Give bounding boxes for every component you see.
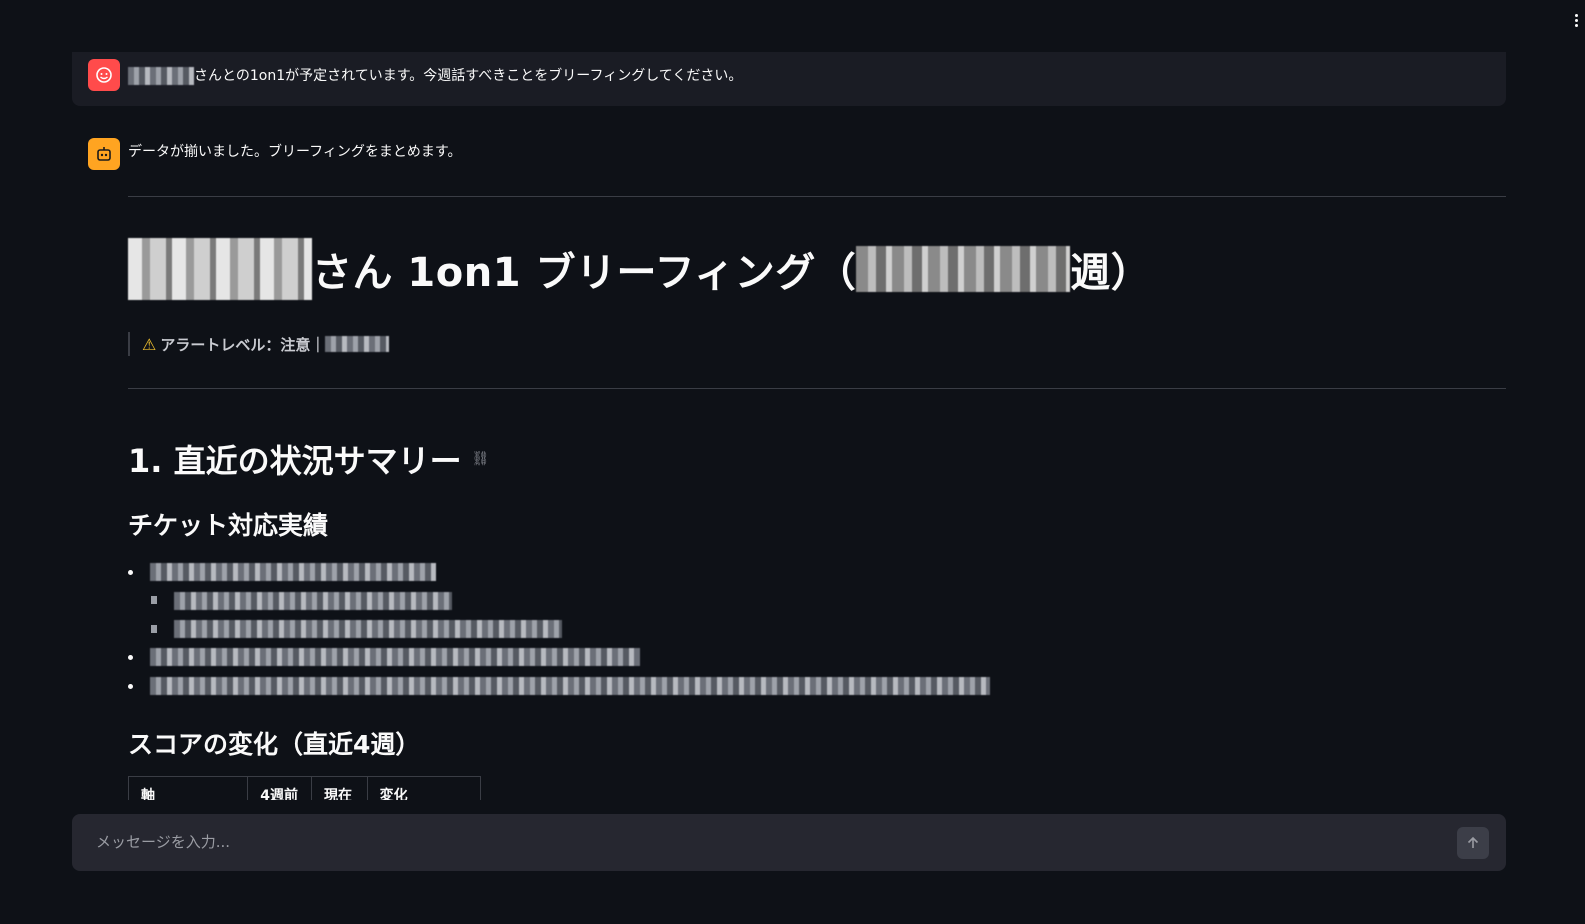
redacted-date	[856, 246, 1071, 292]
subsection-heading: スコアの変化（直近4週）	[128, 730, 421, 759]
list-bullet	[128, 570, 133, 575]
robot-icon	[97, 147, 111, 161]
user-message: さんとの1on1が予定されています。今週話すべきことをブリーフィングしてください…	[72, 52, 1506, 106]
briefing-title: さん 1on1 ブリーフィング（ 週）	[128, 238, 1151, 300]
send-button[interactable]	[1457, 827, 1489, 859]
redacted-text	[325, 336, 390, 352]
redacted-list-item	[174, 592, 452, 610]
list-bullet	[151, 625, 157, 633]
redacted-list-item	[150, 677, 990, 695]
redacted-name	[128, 238, 312, 300]
warning-icon: ⚠	[142, 334, 157, 354]
table-header: 変化	[379, 788, 408, 800]
assistant-avatar	[88, 138, 120, 170]
user-avatar	[88, 59, 120, 91]
redacted-list-item	[174, 620, 562, 638]
face-icon	[96, 67, 112, 83]
link-icon[interactable]: ⛓	[472, 451, 490, 467]
main-menu-icon[interactable]	[1573, 14, 1579, 27]
section-heading: 1. 直近の状況サマリー ⛓	[128, 442, 490, 480]
alert-level: ⚠ アラートレベル：注意｜	[128, 332, 390, 356]
table-header: 軸	[129, 777, 249, 800]
chat-input-bar	[72, 814, 1506, 871]
table-header: 4週前	[248, 777, 312, 800]
list-bullet	[128, 655, 133, 660]
table-header: 現在	[312, 777, 368, 800]
divider	[128, 388, 1506, 389]
arrow-up-icon	[1467, 836, 1479, 848]
user-message-text: さんとの1on1が予定されています。今週話すべきことをブリーフィングしてください…	[194, 68, 743, 84]
assistant-message-text: データが揃いました。ブリーフィングをまとめます。	[128, 144, 462, 160]
divider	[128, 196, 1506, 197]
score-table: 軸 4週前 現在 変化	[128, 776, 481, 800]
redacted-name	[128, 67, 194, 85]
list-bullet	[151, 596, 157, 604]
chat-input[interactable]	[96, 830, 1446, 854]
redacted-list-item	[150, 563, 436, 581]
list-bullet	[128, 684, 133, 689]
subsection-heading: チケット対応実績	[128, 511, 329, 540]
redacted-list-item	[150, 648, 640, 666]
